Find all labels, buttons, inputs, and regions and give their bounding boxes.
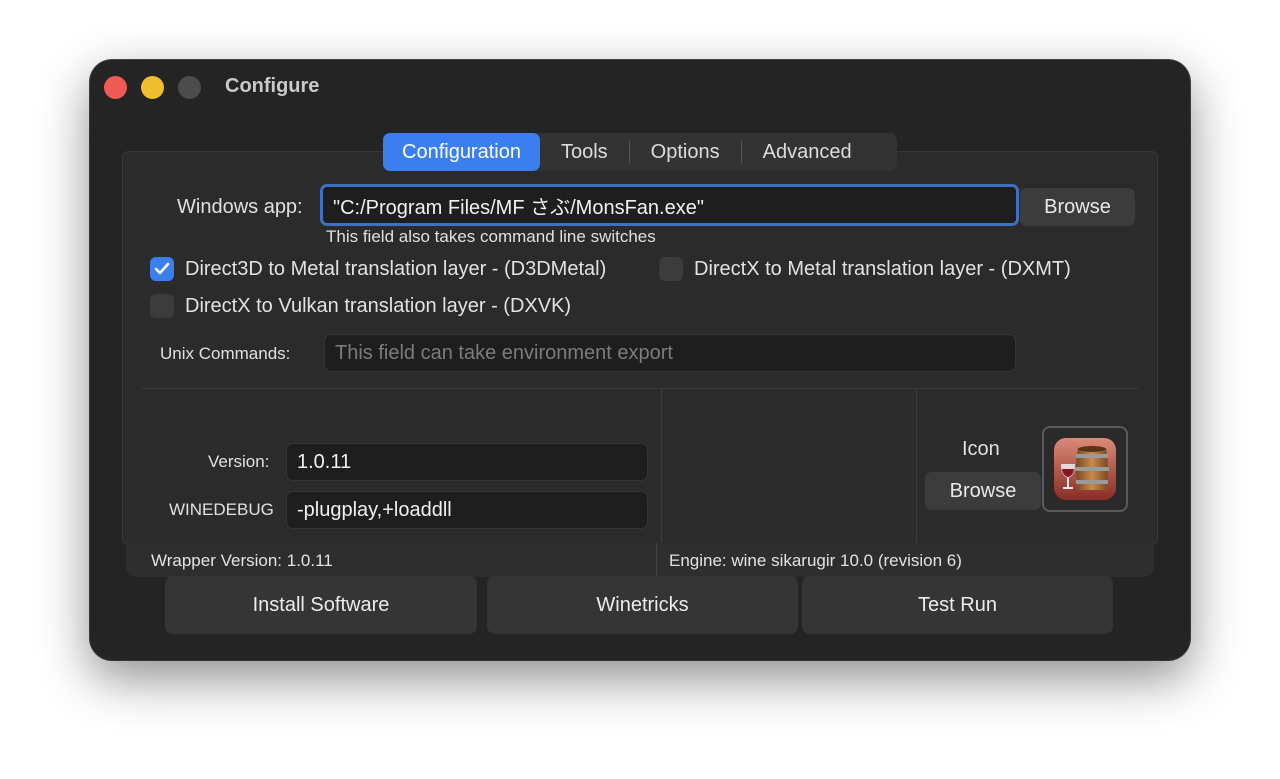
dxmt-label[interactable]: DirectX to Metal translation layer - (DX… xyxy=(694,258,1071,281)
unix-commands-label: Unix Commands: xyxy=(160,344,291,363)
status-divider xyxy=(656,543,657,577)
tab-tools[interactable]: Tools xyxy=(540,133,629,171)
test-run-button[interactable]: Test Run xyxy=(802,576,1113,634)
tab-options[interactable]: Options xyxy=(630,133,741,171)
dxvk-label[interactable]: DirectX to Vulkan translation layer - (D… xyxy=(185,295,571,318)
winedebug-value: -plugplay,+loaddll xyxy=(297,498,452,521)
windows-app-input[interactable]: "C:/Program Files/MF さぶ/MonsFan.exe" xyxy=(320,184,1019,226)
zoom-window-button[interactable] xyxy=(178,76,201,99)
icon-label: Icon xyxy=(962,438,1000,460)
wrapper-version-text: Wrapper Version: 1.0.11 xyxy=(151,551,333,570)
d3dmetal-label[interactable]: Direct3D to Metal translation layer - (D… xyxy=(185,258,606,281)
close-window-button[interactable] xyxy=(104,76,127,99)
dxmt-checkbox[interactable] xyxy=(659,257,683,281)
winedebug-input[interactable]: -plugplay,+loaddll xyxy=(286,491,648,529)
tab-bar: Configuration Tools Options Advanced xyxy=(383,133,897,171)
version-value: 1.0.11 xyxy=(297,450,352,473)
unix-commands-input[interactable]: This field can take environment export xyxy=(324,334,1016,372)
winetricks-button[interactable]: Winetricks xyxy=(487,576,798,634)
tab-configuration[interactable]: Configuration xyxy=(383,133,540,171)
checkmark-icon xyxy=(154,262,170,275)
status-bar: Wrapper Version: 1.0.11 Engine: wine sik… xyxy=(126,543,1154,577)
section-divider xyxy=(142,388,1138,389)
winedebug-label: WINEDEBUG xyxy=(169,500,274,519)
unix-commands-placeholder: This field can take environment export xyxy=(335,341,673,364)
app-icon-well[interactable] xyxy=(1042,426,1128,512)
version-label: Version: xyxy=(208,452,270,471)
install-software-button[interactable]: Install Software xyxy=(165,576,477,634)
wine-barrel-icon xyxy=(1054,438,1116,500)
column-divider xyxy=(661,389,662,543)
windows-app-label: Windows app: xyxy=(177,196,303,218)
windows-app-hint: This field also takes command line switc… xyxy=(326,227,656,246)
tab-advanced[interactable]: Advanced xyxy=(742,133,873,171)
configure-window: Configure Configuration Tools Options Ad… xyxy=(90,60,1190,660)
version-input[interactable]: 1.0.11 xyxy=(286,443,648,481)
dxvk-checkbox[interactable] xyxy=(150,294,174,318)
window-title: Configure xyxy=(225,75,320,97)
windows-app-value: "C:/Program Files/MF さぶ/MonsFan.exe" xyxy=(333,196,704,219)
minimize-window-button[interactable] xyxy=(141,76,164,99)
icon-browse-button[interactable]: Browse xyxy=(925,472,1041,510)
engine-text: Engine: wine sikarugir 10.0 (revision 6) xyxy=(669,551,962,570)
d3dmetal-checkbox[interactable] xyxy=(150,257,174,281)
column-divider xyxy=(916,389,917,543)
windows-app-browse-button[interactable]: Browse xyxy=(1020,188,1135,226)
